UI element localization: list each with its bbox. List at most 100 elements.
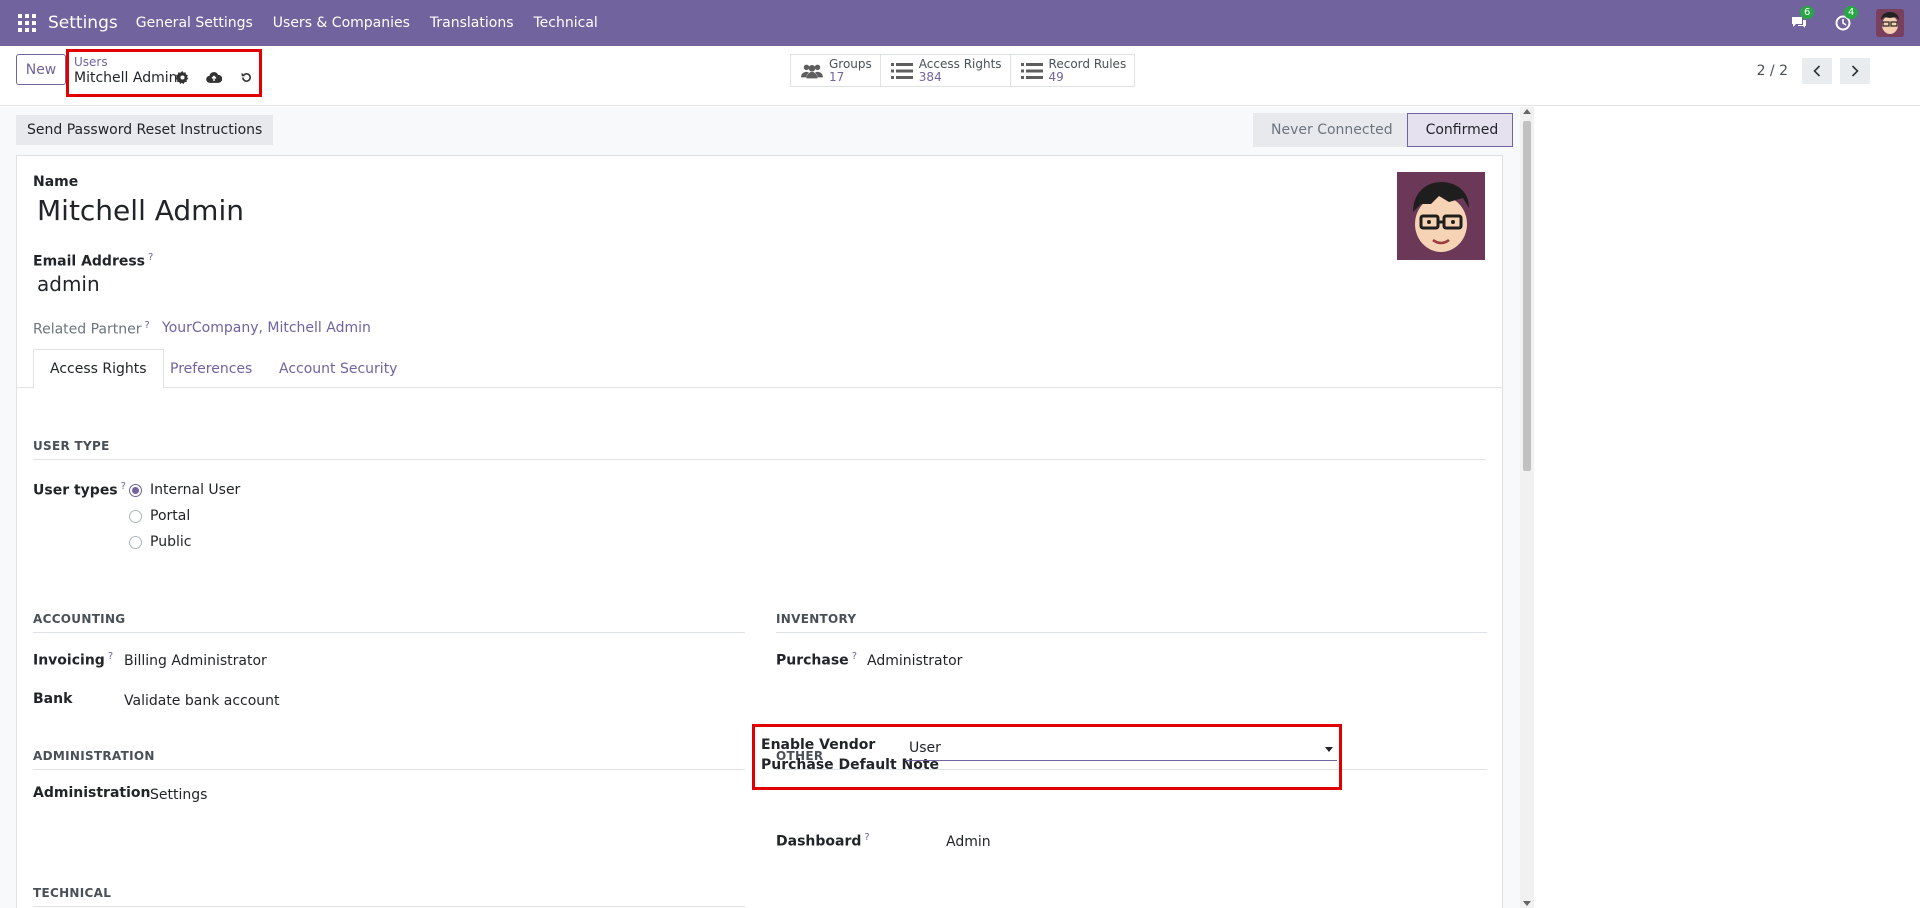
discard-undo-icon[interactable]: [238, 69, 254, 85]
help-tooltip-icon[interactable]: ?: [864, 832, 869, 843]
user-types-label-row: User types?: [33, 481, 126, 499]
list-icon: [890, 62, 913, 80]
radio-unchecked-icon: [129, 535, 142, 549]
record-rules-label: Record Rules: [1048, 56, 1127, 71]
breadcrumb: Users Mitchell Admin: [66, 49, 262, 97]
invoicing-label: Invoicing: [33, 652, 105, 669]
invoicing-select[interactable]: Billing Administrator: [124, 653, 267, 669]
user-avatar[interactable]: [1876, 9, 1904, 37]
activities-count-badge: 4: [1844, 6, 1859, 19]
name-label: Name: [33, 174, 79, 190]
stage-never-connected[interactable]: Never Connected: [1253, 113, 1407, 147]
control-panel: New Users Mitchell Admin Groups 17 Acces…: [0, 46, 1920, 106]
scroll-down-arrow-icon: [1523, 901, 1531, 906]
form-sheet: Name Mitchell Admin Email Address? admin…: [16, 155, 1503, 908]
radio-public[interactable]: Public: [129, 534, 191, 550]
groups-label: Groups: [829, 56, 872, 71]
status-bar: Never Connected Confirmed: [1253, 113, 1514, 147]
help-tooltip-icon[interactable]: ?: [121, 481, 126, 492]
record-rules-smart-button[interactable]: Record Rules 49: [1011, 55, 1135, 86]
email-label-row: Email Address?: [33, 252, 153, 270]
section-technical: TECHNICAL: [33, 886, 745, 907]
menu-users-companies[interactable]: Users & Companies: [263, 15, 420, 31]
administration-select[interactable]: Settings: [150, 787, 207, 803]
caret-down-icon: [1325, 747, 1333, 752]
help-tooltip-icon[interactable]: ?: [145, 320, 150, 331]
record-actions: [174, 69, 254, 85]
tab-access-rights[interactable]: Access Rights: [33, 349, 164, 389]
tab-preferences[interactable]: Preferences: [154, 349, 268, 389]
purchase-select[interactable]: Administrator: [867, 653, 962, 669]
bank-select[interactable]: Validate bank account: [124, 693, 280, 709]
avatar-illustration-icon: [1397, 172, 1485, 260]
menu-translations[interactable]: Translations: [420, 15, 524, 31]
section-user-type: USER TYPE: [33, 439, 1486, 460]
gear-icon[interactable]: [174, 69, 190, 85]
help-tooltip-icon[interactable]: ?: [148, 252, 153, 263]
scroll-up-arrow-icon: [1523, 109, 1531, 114]
scroll-thumb[interactable]: [1523, 121, 1531, 471]
activities-clock-icon[interactable]: 4: [1832, 6, 1859, 34]
groups-smart-button[interactable]: Groups 17: [791, 55, 881, 86]
dashboard-label: Dashboard: [776, 833, 862, 850]
messages-icon[interactable]: 6: [1788, 6, 1815, 34]
vendor-note-select[interactable]: User: [905, 737, 1337, 761]
partner-label-row: Related Partner?: [33, 320, 150, 338]
purchase-label: Purchase: [776, 652, 849, 669]
radio-internal-user[interactable]: Internal User: [129, 482, 240, 498]
invoicing-label-row: Invoicing?: [33, 651, 113, 669]
stage-confirmed[interactable]: Confirmed: [1406, 113, 1514, 147]
app-brand[interactable]: Settings: [48, 13, 118, 33]
administration-label: Administration: [33, 785, 151, 801]
breadcrumb-current-record: Mitchell Admin: [74, 70, 178, 86]
email-field[interactable]: admin: [37, 272, 100, 296]
list-icon: [1020, 62, 1043, 80]
tab-account-security[interactable]: Account Security: [263, 349, 413, 389]
help-tooltip-icon[interactable]: ?: [852, 651, 857, 662]
related-partner-link[interactable]: YourCompany, Mitchell Admin: [162, 320, 371, 336]
menu-general-settings[interactable]: General Settings: [126, 15, 263, 31]
access-rights-count: 384: [918, 69, 942, 84]
radio-unchecked-icon: [129, 509, 142, 523]
apps-menu-icon[interactable]: [18, 14, 36, 32]
messages-count-badge: 6: [1800, 6, 1815, 19]
menu-technical[interactable]: Technical: [524, 15, 608, 31]
dashboard-select[interactable]: Admin: [946, 834, 991, 850]
pager-next-button[interactable]: [1840, 58, 1870, 84]
section-accounting: ACCOUNTING: [33, 612, 745, 633]
navbar-systray: 6 4: [1788, 0, 1904, 46]
radio-portal[interactable]: Portal: [129, 508, 190, 524]
section-administration: ADMINISTRATION: [33, 749, 745, 770]
purchase-label-row: Purchase?: [776, 651, 857, 669]
form-scrollbar[interactable]: [1520, 107, 1534, 908]
form-view: Send Password Reset Instructions Never C…: [0, 107, 1520, 908]
send-password-reset-button[interactable]: Send Password Reset Instructions: [16, 115, 274, 145]
pager: 2 / 2: [1757, 58, 1870, 84]
vendor-note-select-value: User: [909, 740, 941, 756]
bank-label: Bank: [33, 691, 73, 707]
pager-previous-button[interactable]: [1802, 58, 1832, 84]
user-photo[interactable]: [1397, 172, 1485, 260]
new-button[interactable]: New: [16, 54, 66, 85]
section-inventory: INVENTORY: [776, 612, 1487, 633]
scroll-up-button[interactable]: [1520, 107, 1534, 119]
smart-buttons: Groups 17 Access Rights 384 Record Rules…: [790, 54, 1136, 87]
access-rights-label: Access Rights: [918, 56, 1002, 71]
record-rules-count: 49: [1048, 69, 1064, 84]
partner-label: Related Partner: [33, 321, 142, 338]
breadcrumb-users-link[interactable]: Users: [74, 55, 108, 69]
name-field[interactable]: Mitchell Admin: [37, 194, 244, 227]
chevron-left-icon: [1813, 65, 1821, 77]
email-label: Email Address: [33, 253, 146, 270]
radio-label: Public: [150, 534, 192, 550]
main-menu: General Settings Users & Companies Trans…: [126, 15, 608, 31]
radio-label: Internal User: [150, 482, 241, 498]
scroll-down-button[interactable]: [1520, 896, 1534, 908]
radio-checked-icon: [129, 483, 142, 497]
radio-label: Portal: [150, 508, 191, 524]
pager-value[interactable]: 2 / 2: [1757, 63, 1788, 79]
vendor-note-highlight: Enable Vendor Purchase Default Note User: [752, 724, 1342, 790]
access-rights-smart-button[interactable]: Access Rights 384: [881, 55, 1011, 86]
cloud-upload-save-icon[interactable]: [206, 69, 222, 85]
help-tooltip-icon[interactable]: ?: [108, 651, 113, 662]
